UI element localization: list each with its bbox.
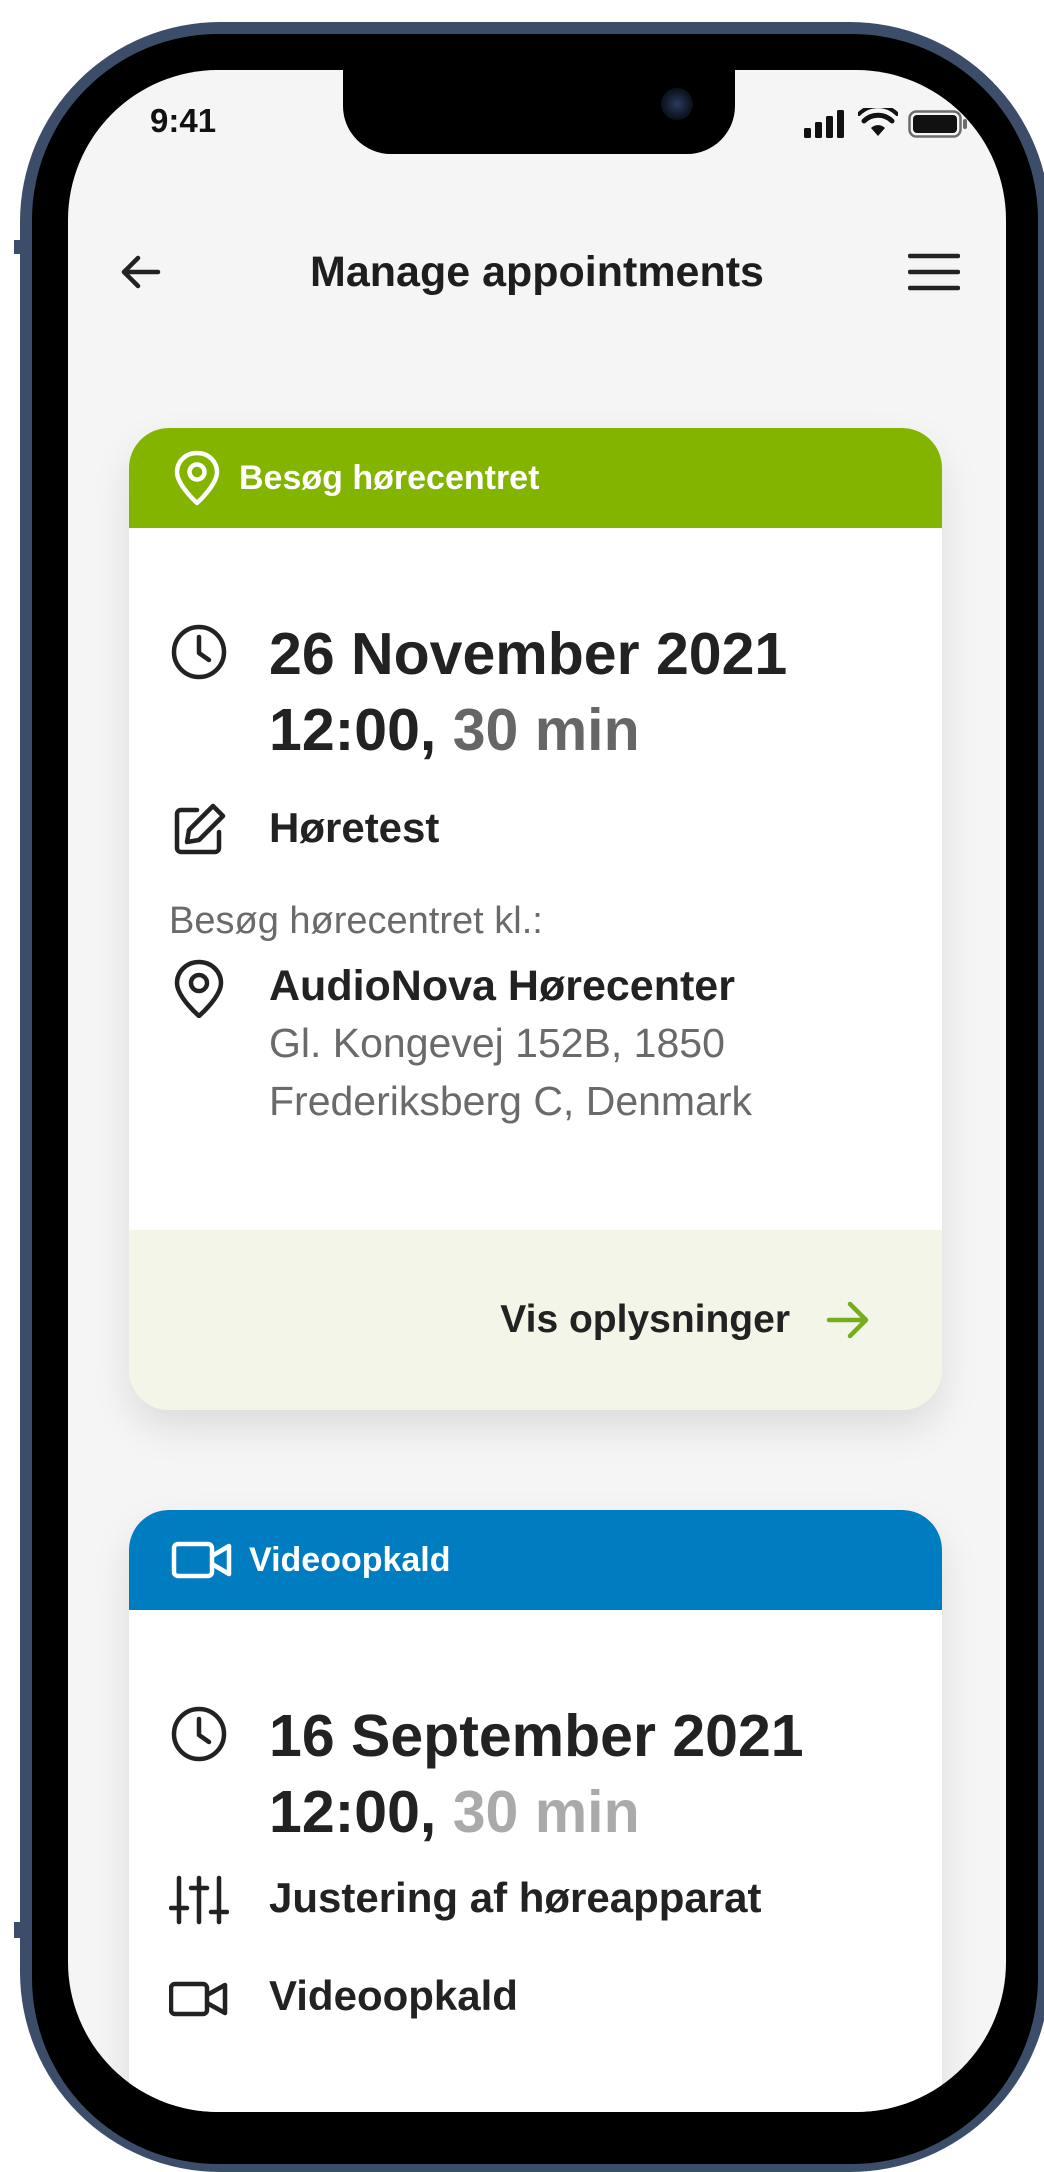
sliders-icon	[169, 1875, 229, 1925]
phone-side-button-2	[14, 1922, 26, 1938]
date-block: 16 September 2021 12:00, 30 min	[269, 1698, 804, 1850]
map-pin-icon	[174, 959, 224, 1018]
appointment-time-line: 12:00, 30 min	[269, 1774, 804, 1850]
notch	[343, 70, 735, 154]
type-row: Justering af høreapparat	[169, 1870, 912, 1930]
appointment-date: 16 September 2021	[269, 1703, 804, 1769]
video-camera-icon	[169, 1981, 228, 2017]
map-pin-icon	[174, 450, 220, 506]
appointment-time: 12:00,	[269, 697, 437, 763]
video-camera-icon	[171, 1541, 232, 1579]
card-category-header: Videoopkald	[129, 1510, 942, 1610]
appointment-card[interactable]: Videoopkald 16 September 2021 12:00, 30 …	[129, 1510, 942, 2112]
visit-label: Besøg hørecentret kl.:	[169, 900, 543, 942]
front-camera	[661, 88, 693, 120]
page-title: Manage appointments	[310, 248, 764, 296]
status-time: 9:41	[150, 102, 217, 139]
card-footer[interactable]: Vis oplysninger	[129, 1230, 942, 1410]
clock-icon	[171, 1706, 227, 1762]
app-header: Manage appointments	[68, 228, 1006, 328]
phone-screen: 9:41 Manage appointments Besøg hørecentr…	[68, 70, 1006, 2112]
signal-icon	[804, 110, 844, 138]
appointment-duration: 30 min	[452, 697, 640, 763]
type-row: Høretest	[169, 800, 912, 860]
appointment-type: Høretest	[269, 804, 440, 851]
date-row: 16 September 2021 12:00, 30 min	[169, 1698, 912, 1850]
location-name: AudioNova Hørecenter	[269, 962, 735, 1010]
card-category-label: Besøg hørecentret	[239, 458, 540, 497]
arrow-right-icon[interactable]	[826, 1300, 870, 1340]
edit-icon	[174, 803, 226, 855]
appointment-duration: 30 min	[452, 1779, 640, 1845]
appointment-type: Justering af høreapparat	[269, 1874, 762, 1921]
phone-side-button	[14, 240, 26, 254]
date-row: 26 November 2021 12:00, 30 min	[169, 616, 912, 768]
location-block: AudioNova Hørecenter Gl. Kongevej 152B, …	[269, 958, 752, 1130]
appointment-date: 26 November 2021	[269, 621, 788, 687]
address-line-1: Gl. Kongevej 152B, 1850	[269, 1020, 725, 1066]
hamburger-menu-icon[interactable]	[908, 250, 960, 294]
battery-icon	[908, 110, 967, 138]
meeting-mode-row: Videoopkald	[169, 1968, 912, 2028]
date-block: 26 November 2021 12:00, 30 min	[269, 616, 787, 768]
address-line-2: Frederiksberg C, Denmark	[269, 1078, 753, 1124]
appointment-time-line: 12:00, 30 min	[269, 692, 787, 768]
card-category-header: Besøg hørecentret	[129, 428, 942, 528]
appointment-time: 12:00,	[269, 1779, 437, 1845]
wifi-icon	[858, 108, 898, 136]
view-details-link[interactable]: Vis oplysninger	[500, 1298, 790, 1342]
card-category-label: Videoopkald	[249, 1540, 451, 1579]
location-row: AudioNova Hørecenter Gl. Kongevej 152B, …	[169, 958, 912, 1130]
meeting-mode: Videoopkald	[269, 1972, 518, 2019]
clock-icon	[171, 624, 227, 680]
status-icons	[804, 108, 968, 138]
appointment-card[interactable]: Besøg hørecentret 26 November 2021 12:00…	[129, 428, 942, 1410]
